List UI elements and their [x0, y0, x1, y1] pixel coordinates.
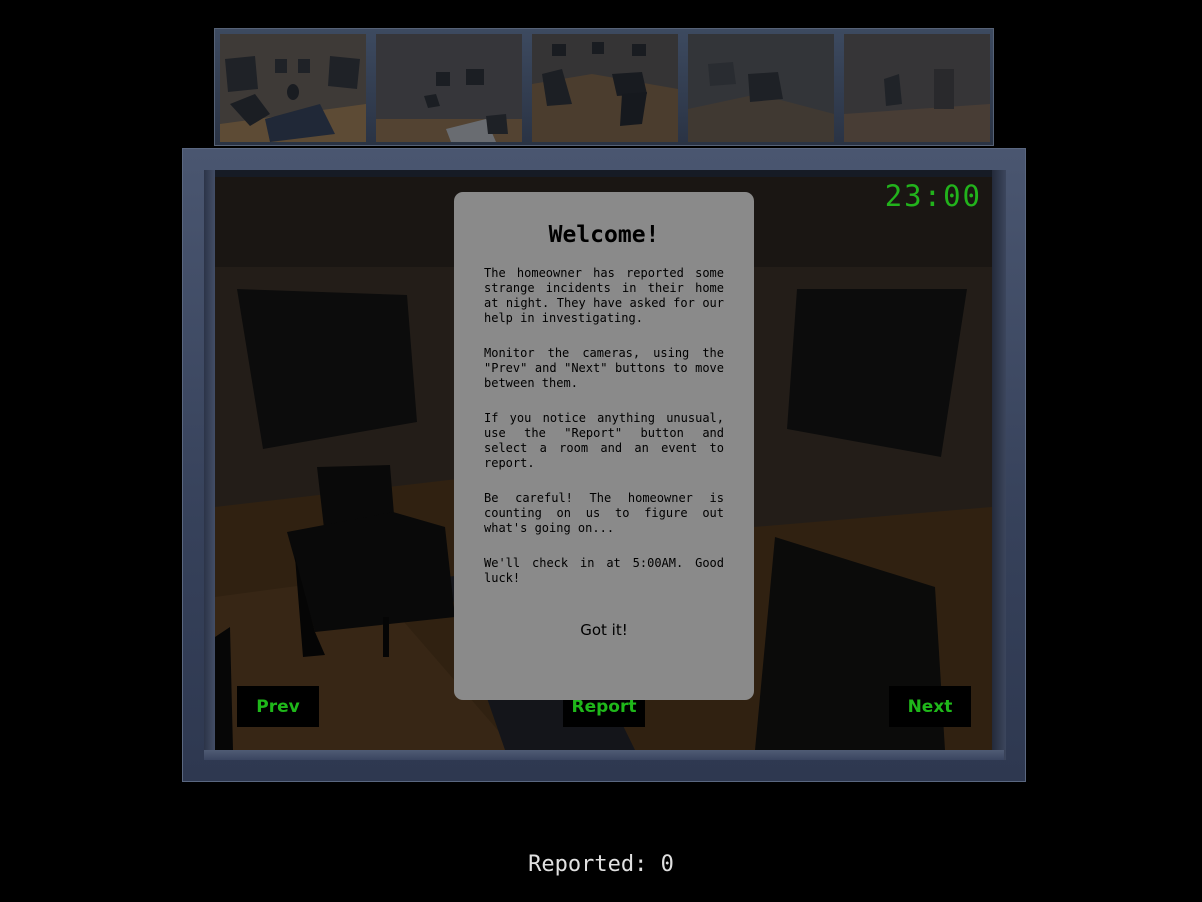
camera-thumbnail-strip: [214, 28, 994, 146]
dialog-paragraph: Monitor the cameras, using the "Prev" an…: [484, 346, 724, 390]
camera-clock: 23:00: [884, 179, 982, 213]
camera-thumbnail-5[interactable]: [844, 34, 990, 142]
dialog-paragraph: We'll check in at 5:00AM. Good luck!: [484, 556, 724, 585]
dialog-paragraph: Be careful! The homeowner is counting on…: [484, 491, 724, 535]
prev-button[interactable]: Prev: [237, 686, 319, 727]
monitor-bezel-left: [204, 170, 215, 760]
dialog-paragraph: The homeowner has reported some strange …: [484, 266, 724, 325]
monitor-bezel-right: [992, 170, 1006, 760]
camera-thumbnail-2[interactable]: [376, 34, 522, 142]
next-button[interactable]: Next: [889, 686, 971, 727]
dialog-paragraph: If you notice anything unusual, use the …: [484, 411, 724, 470]
dialog-body: The homeowner has reported some strange …: [484, 266, 724, 586]
camera-thumbnail-1[interactable]: [220, 34, 366, 142]
monitor-bezel-bottom: [204, 750, 1004, 760]
camera-thumbnail-3[interactable]: [532, 34, 678, 142]
got-it-button[interactable]: Got it!: [454, 620, 754, 640]
game-stage: 23:00 Prev Report Next Welcome! The home…: [0, 0, 1202, 902]
camera-thumbnail-4[interactable]: [688, 34, 834, 142]
reported-counter: Reported: 0: [528, 852, 674, 877]
welcome-dialog: Welcome! The homeowner has reported some…: [454, 192, 754, 700]
dialog-title: Welcome!: [548, 222, 660, 248]
